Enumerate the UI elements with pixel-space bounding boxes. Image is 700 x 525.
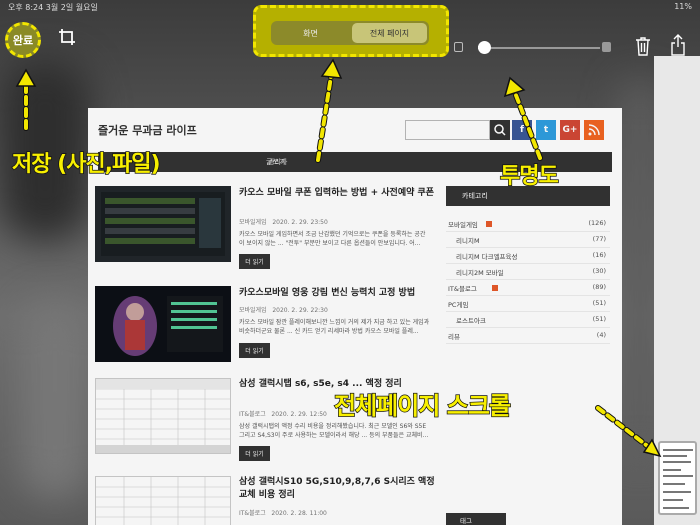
search-button[interactable] xyxy=(490,120,510,140)
sidebar-category-item[interactable]: 로스트아크 (51) xyxy=(446,312,610,328)
facebook-icon[interactable]: f xyxy=(512,120,532,140)
post-excerpt: 카오스 모바일 게임하면서 조금 난감했던 기억으로는 쿠폰을 등록하는 공간이… xyxy=(239,231,426,247)
new-badge xyxy=(492,285,498,291)
opacity-slider-track[interactable] xyxy=(478,47,600,49)
post-thumbnail[interactable] xyxy=(95,476,231,525)
share-icon[interactable] xyxy=(670,34,686,56)
category-count: (4) xyxy=(596,331,606,339)
battery-indicator: 11% xyxy=(674,2,692,11)
post-thumbnail[interactable] xyxy=(95,186,231,262)
sidebar-category-item[interactable]: 모바일게임 (126) xyxy=(446,216,610,232)
tag-heading: 태그 xyxy=(446,513,506,525)
category-count: (77) xyxy=(592,235,606,243)
read-more-button[interactable]: 더 읽기 xyxy=(239,343,270,358)
category-name: PC게임 xyxy=(448,301,469,309)
opacity-min-icon xyxy=(454,42,463,52)
new-badge xyxy=(486,221,492,227)
twitter-icon[interactable]: t xyxy=(536,120,556,140)
googleplus-icon[interactable]: G+ xyxy=(560,120,580,140)
opacity-slider-knob[interactable] xyxy=(478,41,492,54)
site-title[interactable]: 즐거운 무과금 라이프 xyxy=(98,122,197,138)
opacity-max-icon xyxy=(602,42,611,52)
category-name: IT&블로그 xyxy=(448,285,477,293)
read-more-button[interactable]: 더 읽기 xyxy=(239,254,270,269)
category-name: 모바일게임 xyxy=(448,221,478,229)
rss-icon[interactable] xyxy=(584,120,604,140)
category-name: 리니지M xyxy=(456,237,480,245)
annotation-save: 저장 (사진,파일) xyxy=(11,151,161,178)
done-button[interactable]: 완료 xyxy=(5,22,41,58)
sidebar-category-item[interactable]: 리뷰 (4) xyxy=(446,328,610,344)
capture-mode-segmented-control: 화면 전체 페이지 xyxy=(271,21,429,45)
category-count: (126) xyxy=(588,219,606,227)
post-title[interactable]: 카오스모바일 영웅 강림 변신 능력치 고정 방법 xyxy=(239,287,439,300)
search-icon xyxy=(494,124,506,136)
tab-full-page[interactable]: 전체 페이지 xyxy=(352,23,427,43)
nav-admin[interactable]: 관리자 xyxy=(268,157,287,167)
category-count: (30) xyxy=(592,267,606,275)
post-title[interactable]: 삼성 갤럭시S10 5G,S10,9,8,7,6 S시리즈 액정 교체 비용 정… xyxy=(239,476,439,502)
category-name: 리뷰 xyxy=(448,333,460,341)
category-name: 리니지M 다크엘프육성 xyxy=(456,253,518,261)
sidebar-category-item[interactable]: 리니지M 다크엘프육성 (16) xyxy=(446,248,610,264)
category-count: (16) xyxy=(592,251,606,259)
category-count: (89) xyxy=(592,283,606,291)
post-thumbnail[interactable] xyxy=(95,378,231,454)
post-title[interactable]: 카오스 모바일 쿠폰 입력하는 방법 + 사전예약 쿠폰 xyxy=(239,187,439,200)
post-meta: IT&블로그 2020. 2. 28. 11:00 xyxy=(239,510,327,517)
trash-icon[interactable] xyxy=(635,36,651,56)
category-name: 리니지2M 모바일 xyxy=(456,269,504,277)
post-excerpt: 카오스 모바일 잠깐 플레이해보니깐 느낌이 거의 제가 지금 하고 있는 게임… xyxy=(239,319,430,335)
sidebar-category-item[interactable]: PC게임 (51) xyxy=(446,296,610,312)
category-count: (51) xyxy=(592,299,606,307)
sidebar-category-item[interactable]: 리니지2M 모바일 (30) xyxy=(446,264,610,280)
crop-icon[interactable] xyxy=(58,28,76,46)
sidebar-category-item[interactable]: IT&블로그 (89) xyxy=(446,280,610,296)
page-thumbnail-viewport[interactable] xyxy=(658,441,697,515)
category-count: (51) xyxy=(592,315,606,323)
status-time-date: 오후 8:24 3월 2일 월요일 xyxy=(8,3,98,12)
annotation-opacity: 투명도 xyxy=(499,163,559,190)
sidebar-category-item[interactable]: 리니지M (77) xyxy=(446,232,610,248)
search-input[interactable] xyxy=(405,120,490,140)
tab-screen[interactable]: 화면 xyxy=(273,23,348,43)
post-excerpt: 삼성 갤럭시탭의 액정 수리 비용을 정리해봤습니다. 최근 모델인 S6와 S… xyxy=(239,423,429,439)
post-thumbnail[interactable] xyxy=(95,286,231,362)
post-meta: 모바일게임 2020. 2. 29. 22:30 xyxy=(239,307,328,314)
post-meta: IT&블로그 2020. 2. 29. 12:50 xyxy=(239,411,327,418)
annotation-fullpage-scroll: 전체페이지 스크롤 xyxy=(333,391,512,421)
category-name: 로스트아크 xyxy=(456,317,486,325)
read-more-button[interactable]: 더 읽기 xyxy=(239,446,270,461)
post-meta: 모바일게임 2020. 2. 29. 23:50 xyxy=(239,219,328,226)
